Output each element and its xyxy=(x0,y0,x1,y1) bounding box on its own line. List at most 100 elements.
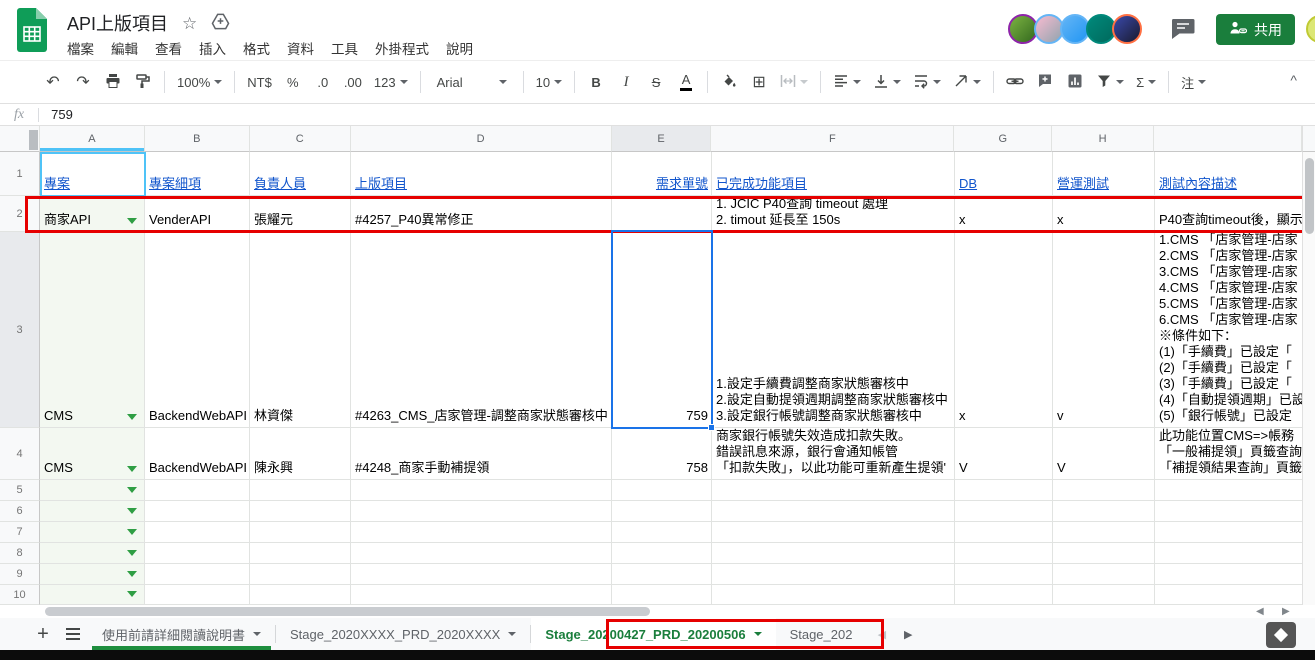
cell-E10[interactable] xyxy=(612,585,712,605)
cell-B8[interactable] xyxy=(145,543,250,564)
cell-F6[interactable] xyxy=(712,501,955,522)
undo-button[interactable]: ↶ xyxy=(40,68,66,96)
cell-A3[interactable]: CMS xyxy=(40,232,145,428)
zoom-select[interactable]: 100% xyxy=(173,68,226,96)
cell-F10[interactable] xyxy=(712,585,955,605)
cell-I4[interactable]: 此功能位置CMS=>帳務 「一般補提領」頁籤查詢 「補提領結果查詢」頁籤 xyxy=(1155,428,1302,480)
row-header-7[interactable]: 7 xyxy=(0,522,40,543)
cell-B3[interactable]: BackendWebAPI xyxy=(145,232,250,428)
cell-C7[interactable] xyxy=(250,522,351,543)
cell-C10[interactable] xyxy=(250,585,351,605)
scroll-right-icon[interactable]: ▶ xyxy=(1282,606,1290,617)
cell-I3[interactable]: 1.CMS 「店家管理-店家 2.CMS 「店家管理-店家 3.CMS 「店家管… xyxy=(1155,232,1302,428)
cell-F1[interactable]: 已完成功能項目 xyxy=(712,152,955,196)
increase-decimal-button[interactable]: .00 xyxy=(340,68,366,96)
row-header-1[interactable]: 1 xyxy=(0,152,40,196)
cell-G3[interactable]: x xyxy=(955,232,1053,428)
horizontal-scrollbar-thumb[interactable] xyxy=(45,607,650,616)
cell-E3[interactable]: 759 xyxy=(612,232,712,428)
cell-dropdown-icon[interactable] xyxy=(127,466,137,472)
column-header-d[interactable]: D xyxy=(351,126,612,152)
sheet-tab-2[interactable]: Stage_20200427_PRD_20200506 xyxy=(531,618,775,650)
cell-F3[interactable]: 1.設定手續費調整商家狀態審核中 2.設定自動提領週期調整商家狀態審核中 3.設… xyxy=(712,232,955,428)
cell-I8[interactable] xyxy=(1155,543,1302,564)
cell-dropdown-icon[interactable] xyxy=(127,414,137,420)
cell-B9[interactable] xyxy=(145,564,250,585)
paint-format-button[interactable] xyxy=(130,68,156,96)
collaborator-5-avatar[interactable] xyxy=(1112,14,1142,44)
horizontal-align-button[interactable] xyxy=(829,68,865,96)
cell-E6[interactable] xyxy=(612,501,712,522)
comments-button[interactable] xyxy=(1170,17,1196,46)
cell-F4[interactable]: 商家銀行帳號失效造成扣款失敗。 錯誤訊息來源，銀行會通知帳管 「扣款失敗」，以此… xyxy=(712,428,955,480)
cell-C3[interactable]: 林資傑 xyxy=(250,232,351,428)
cell-I10[interactable] xyxy=(1155,585,1302,605)
document-title[interactable]: API上版項目 xyxy=(67,10,168,36)
scroll-left-icon[interactable]: ◀ xyxy=(1256,606,1264,617)
cell-H2[interactable]: x xyxy=(1053,196,1155,232)
cell-D1[interactable]: 上版項目 xyxy=(351,152,612,196)
cell-C5[interactable] xyxy=(250,480,351,501)
explore-button[interactable] xyxy=(1266,622,1296,648)
cell-C9[interactable] xyxy=(250,564,351,585)
cell-dropdown-icon[interactable] xyxy=(127,550,137,556)
sheets-logo-icon[interactable] xyxy=(15,8,49,57)
row-header-9[interactable]: 9 xyxy=(0,564,40,585)
cell-F7[interactable] xyxy=(712,522,955,543)
row-header-2[interactable]: 2 xyxy=(0,196,40,232)
cell-dropdown-icon[interactable] xyxy=(127,591,137,597)
cell-H4[interactable]: V xyxy=(1053,428,1155,480)
cell-D6[interactable] xyxy=(351,501,612,522)
cell-G6[interactable] xyxy=(955,501,1053,522)
cell-I7[interactable] xyxy=(1155,522,1302,543)
menu-item-4[interactable]: 格式 xyxy=(243,38,270,58)
cell-C6[interactable] xyxy=(250,501,351,522)
menu-item-6[interactable]: 工具 xyxy=(331,38,358,58)
sheet-tab-1[interactable]: Stage_2020XXXX_PRD_2020XXXX xyxy=(276,618,530,650)
menu-item-2[interactable]: 查看 xyxy=(155,38,182,58)
column-header-h[interactable]: H xyxy=(1052,126,1154,152)
sheet-tab-0[interactable]: 使用前請詳細閱讀說明書 xyxy=(88,618,275,650)
cell-H8[interactable] xyxy=(1053,543,1155,564)
cell-G8[interactable] xyxy=(955,543,1053,564)
borders-button[interactable]: ⊞ xyxy=(746,68,772,96)
cell-H9[interactable] xyxy=(1053,564,1155,585)
cell-dropdown-icon[interactable] xyxy=(127,218,137,224)
cell-H3[interactable]: v xyxy=(1053,232,1155,428)
cell-D10[interactable] xyxy=(351,585,612,605)
strikethrough-button[interactable]: S xyxy=(643,68,669,96)
cell-G9[interactable] xyxy=(955,564,1053,585)
redo-button[interactable]: ↷ xyxy=(70,68,96,96)
text-color-button[interactable]: A xyxy=(673,68,699,96)
select-all-corner[interactable] xyxy=(0,126,40,152)
cell-B4[interactable]: BackendWebAPI xyxy=(145,428,250,480)
star-icon[interactable]: ☆ xyxy=(182,15,197,32)
row-header-3[interactable]: 3 xyxy=(0,232,40,428)
cell-G10[interactable] xyxy=(955,585,1053,605)
cell-A6[interactable] xyxy=(40,501,145,522)
insert-link-button[interactable] xyxy=(1002,68,1028,96)
cell-H7[interactable] xyxy=(1053,522,1155,543)
row-header-4[interactable]: 4 xyxy=(0,428,40,480)
cell-A2[interactable]: 商家API xyxy=(40,196,145,232)
row-header-10[interactable]: 10 xyxy=(0,585,40,605)
cell-C2[interactable]: 張耀元 xyxy=(250,196,351,232)
column-header-c[interactable]: C xyxy=(250,126,351,152)
cell-A1[interactable]: 專案 xyxy=(40,152,145,196)
merge-cells-button[interactable] xyxy=(776,68,812,96)
filter-button[interactable] xyxy=(1092,68,1128,96)
insert-comment-button[interactable] xyxy=(1032,68,1058,96)
cell-D8[interactable] xyxy=(351,543,612,564)
cell-A10[interactable] xyxy=(40,585,145,605)
menu-item-5[interactable]: 資料 xyxy=(287,38,314,58)
cell-D9[interactable] xyxy=(351,564,612,585)
cell-E1[interactable]: 需求單號 xyxy=(612,152,712,196)
cell-B1[interactable]: 專案細項 xyxy=(145,152,250,196)
cell-A9[interactable] xyxy=(40,564,145,585)
add-sheet-button[interactable]: + xyxy=(28,618,58,650)
cell-dropdown-icon[interactable] xyxy=(127,571,137,577)
cell-dropdown-icon[interactable] xyxy=(127,487,137,493)
row-header-5[interactable]: 5 xyxy=(0,480,40,501)
menu-item-8[interactable]: 說明 xyxy=(446,38,473,58)
cell-D4[interactable]: #4248_商家手動補提領 xyxy=(351,428,612,480)
